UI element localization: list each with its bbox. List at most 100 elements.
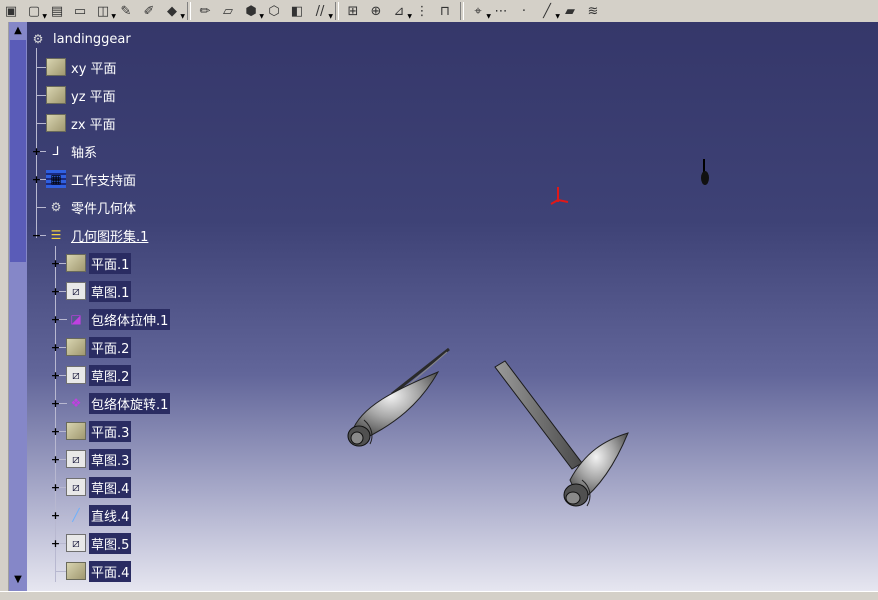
line-icon[interactable]: ╱ ▼	[536, 1, 560, 21]
tree-node-child[interactable]: ◪ 包络体拉伸.1	[66, 308, 171, 330]
sketch-icon: ⧄	[66, 450, 86, 468]
draw-icon[interactable]: ✎	[115, 1, 137, 21]
stripe-icon[interactable]: //▼	[309, 1, 333, 21]
tree-node-label: 包络体旋转.1	[89, 392, 171, 414]
tree-node-child[interactable]: ⧄ 草图.4	[66, 476, 132, 498]
landing-gear-left[interactable]	[347, 347, 450, 447]
paint-icon[interactable]: ▱	[217, 1, 239, 21]
assembly-icon[interactable]: ▤	[46, 1, 68, 21]
plane-icon	[46, 86, 66, 104]
analysis-icon[interactable]: ◫ ▼	[92, 1, 116, 21]
tree-node-child[interactable]: 平面.4	[66, 560, 132, 582]
tree-node-child[interactable]: ⧄ 草图.1	[66, 280, 132, 302]
expand-icon[interactable]: +	[32, 174, 41, 185]
compass-marker	[701, 159, 709, 185]
tree-node-child[interactable]: ⧄ 草图.5	[66, 532, 132, 554]
new-icon[interactable]: ▢ ▼	[23, 1, 47, 21]
solid-icon[interactable]: ⬡	[263, 1, 285, 21]
landing-gear-right[interactable]	[494, 360, 629, 507]
plane-icon	[46, 114, 66, 132]
compass-icon[interactable]: ⌖ ▼	[467, 1, 491, 21]
tree-node-label: 草图.2	[89, 364, 132, 386]
expand-icon[interactable]: +	[51, 314, 60, 325]
sketch-icon: ⧄	[66, 282, 86, 300]
box-icon[interactable]: ◆ ▼	[161, 1, 185, 21]
tree-node-root[interactable]: ⚙ landinggear	[28, 28, 133, 50]
pencil-icon[interactable]: ✐	[138, 1, 160, 21]
tree-node-label: 零件几何体	[71, 201, 137, 217]
expand-icon[interactable]: +	[51, 370, 60, 381]
tree-node-label: 平面.4	[89, 560, 132, 582]
part-body-icon: ⚙	[32, 32, 44, 46]
tree-node-label: 草图.1	[89, 280, 132, 302]
expand-icon[interactable]: +	[51, 454, 60, 465]
axis-icon: ⅃	[52, 144, 60, 158]
tree-node-child[interactable]: ⧄ 草图.3	[66, 448, 132, 470]
tree-node-label: landinggear	[53, 31, 131, 47]
plane-tool-icon[interactable]: ▰	[559, 1, 581, 21]
tree-node-label: zx 平面	[71, 117, 116, 133]
tree-node-label: 直线.4	[89, 504, 132, 526]
plane-icon	[46, 58, 66, 76]
tree-node-label: 平面.3	[89, 420, 132, 442]
tree-node[interactable]: ⚙ 零件几何体	[46, 196, 138, 218]
collapse-icon[interactable]: −	[32, 230, 41, 241]
tree-node[interactable]: zx 平面	[46, 112, 118, 134]
tree-connector	[36, 67, 46, 68]
tree-node-label: yz 平面	[71, 89, 116, 105]
point-icon[interactable]: ·	[513, 1, 535, 21]
tree-node-child[interactable]: ❖ 包络体旋转.1	[66, 392, 171, 414]
geometric-set-icon: ☰	[50, 228, 62, 242]
sketch-icon: ⧄	[66, 534, 86, 552]
constraint-icon[interactable]: ⊓	[434, 1, 456, 21]
snap-icon[interactable]: ⋯	[490, 1, 512, 21]
tree-node[interactable]: xy 平面	[46, 56, 119, 78]
tree-node-label: 几何图形集.1	[71, 229, 149, 245]
grid-icon[interactable]: ⊕	[365, 1, 387, 21]
tree-node-label: xy 平面	[71, 61, 117, 77]
sketch-icon[interactable]: ✏	[194, 1, 216, 21]
tree-node-child[interactable]: 平面.2	[66, 336, 132, 358]
expand-icon[interactable]: +	[51, 538, 60, 549]
toolbar-separator	[460, 2, 464, 20]
tree-node-label: 轴系	[71, 145, 98, 161]
hierarchy-icon[interactable]: ⋮	[411, 1, 433, 21]
expand-icon[interactable]: +	[51, 286, 60, 297]
drafting-icon[interactable]: ▭	[69, 1, 91, 21]
expand-icon[interactable]: +	[51, 258, 60, 269]
expand-icon[interactable]: +	[51, 510, 60, 521]
tree-node-child[interactable]: 平面.3	[66, 420, 132, 442]
tree-node-child[interactable]: ╱ 直线.4	[66, 504, 132, 526]
expand-icon[interactable]: +	[51, 482, 60, 493]
plane-icon	[66, 254, 86, 272]
tree-node-child[interactable]: 平面.1	[66, 252, 132, 274]
tree-node[interactable]: ☰ 几何图形集.1	[46, 224, 150, 246]
tree-node-label: 平面.2	[89, 336, 132, 358]
tree-node-label: 草图.5	[89, 532, 132, 554]
tree-node[interactable]: ▦ 工作支持面	[46, 168, 138, 190]
toolbar-separator	[335, 2, 339, 20]
tree-node[interactable]: ⅃ 轴系	[46, 140, 99, 162]
shell-icon[interactable]: ◧	[286, 1, 308, 21]
tree-connector	[36, 123, 46, 124]
layer-icon[interactable]: ≋	[582, 1, 604, 21]
tree-node-label: 包络体拉伸.1	[89, 308, 171, 330]
dimension-icon[interactable]: ⊿ ▼	[388, 1, 412, 21]
tree-node[interactable]: yz 平面	[46, 84, 118, 106]
expand-icon[interactable]: +	[32, 146, 41, 157]
work-support-icon: ▦	[46, 170, 66, 188]
tree-connector	[36, 95, 46, 96]
tree-connector	[36, 48, 37, 238]
tree-node-label: 草图.3	[89, 448, 132, 470]
expand-icon[interactable]: +	[51, 398, 60, 409]
expand-icon[interactable]: +	[51, 342, 60, 353]
tree-connector	[36, 207, 46, 208]
measure-icon[interactable]: ⊞	[342, 1, 364, 21]
expand-icon[interactable]: +	[51, 426, 60, 437]
part-icon[interactable]: ▣	[0, 1, 22, 21]
part-body-icon: ⚙	[50, 200, 62, 214]
extrude-icon[interactable]: ⬢ ▼	[240, 1, 264, 21]
origin-axis-marker	[550, 187, 569, 205]
tree-node-label: 平面.1	[89, 252, 132, 274]
tree-node-child[interactable]: ⧄ 草图.2	[66, 364, 132, 386]
